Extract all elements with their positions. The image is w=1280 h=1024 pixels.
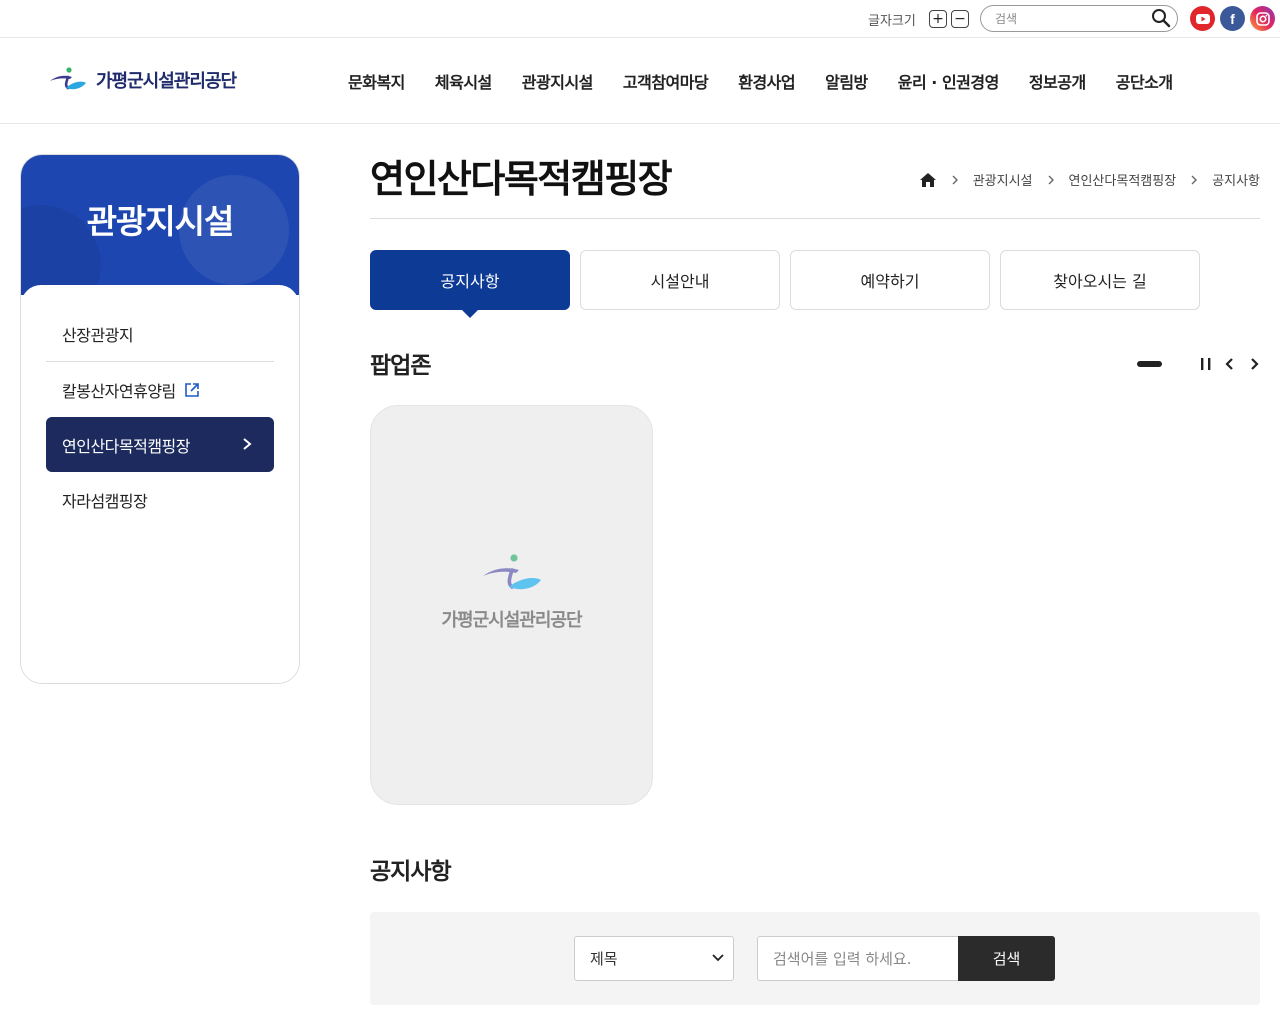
- chevron-right-icon: [243, 438, 252, 450]
- breadcrumb-item[interactable]: 연인산다목적캠핑장: [1069, 170, 1177, 189]
- nav-info-disclosure[interactable]: 정보공개: [1014, 69, 1101, 93]
- tab-directions[interactable]: 찾아오시는 길: [1000, 250, 1200, 310]
- popup-card[interactable]: 가평군시설관리공단: [370, 405, 653, 805]
- chevron-left-icon[interactable]: [1222, 356, 1238, 372]
- content-tabs: 공지사항 시설안내 예약하기 찾아오시는 길: [370, 250, 1210, 318]
- breadcrumb-item[interactable]: 관광지시설: [973, 170, 1033, 189]
- side-navigation: 관광지시설 산장관광지 칼봉산자연휴양림 연인산다목적캠핑장 자라섬캠핑장: [20, 154, 300, 684]
- breadcrumb-current[interactable]: 공지사항: [1212, 170, 1260, 189]
- side-nav-header: 관광지시설: [21, 155, 299, 295]
- popup-zone-title: 팝업존: [370, 353, 431, 379]
- side-nav-item-kalbongsan[interactable]: 칼봉산자연휴양림: [46, 362, 274, 417]
- chevron-right-icon: [1048, 175, 1054, 184]
- nav-environment[interactable]: 환경사업: [723, 69, 810, 93]
- nav-sports-facilities[interactable]: 체육시설: [420, 69, 507, 93]
- top-search-box: [980, 5, 1178, 32]
- page-title: 연인산다목적캠핑장: [370, 157, 673, 201]
- search-keyword-box: [757, 936, 959, 981]
- side-nav-item-sanjang[interactable]: 산장관광지: [46, 307, 274, 362]
- side-nav-title: 관광지시설: [86, 202, 235, 241]
- chevron-right-icon: [1191, 175, 1198, 184]
- search-field-value: 제목: [590, 950, 618, 968]
- site-header: 가평군시설관리공단 문화복지 체육시설 관광지시설 고객참여마당 환경사업 알림…: [0, 39, 1280, 124]
- logo-mark-icon: [50, 67, 86, 90]
- side-nav-list: 산장관광지 칼봉산자연휴양림 연인산다목적캠핑장 자라섬캠핑장: [21, 285, 299, 683]
- breadcrumb: 관광지시설 연인산다목적캠핑장 공지사항: [919, 170, 1260, 189]
- divider: [370, 218, 1260, 219]
- nav-culture-welfare[interactable]: 문화복지: [333, 69, 420, 93]
- font-size-decrease-button[interactable]: −: [951, 10, 969, 28]
- notice-section-title: 공지사항: [370, 859, 452, 885]
- side-nav-item-yeoninsan[interactable]: 연인산다목적캠핑장: [46, 417, 274, 472]
- search-icon[interactable]: [1151, 8, 1171, 28]
- logo-mark-icon: [483, 554, 541, 590]
- side-nav-item-label: 칼봉산자연휴양림: [62, 381, 176, 401]
- side-nav-item-label: 산장관광지: [62, 326, 134, 345]
- nav-notices[interactable]: 알림방: [810, 69, 883, 93]
- font-size-label: 글자크기: [868, 14, 916, 29]
- popup-card-text: 가평군시설관리공단: [441, 610, 582, 631]
- youtube-icon[interactable]: [1190, 6, 1215, 31]
- logo-text: 가평군시설관리공단: [96, 71, 237, 92]
- tab-facility-info[interactable]: 시설안내: [580, 250, 780, 310]
- popup-controls: [1137, 356, 1262, 372]
- font-size-increase-button[interactable]: +: [929, 10, 947, 28]
- chevron-right-icon: [952, 175, 958, 184]
- side-nav-item-label: 자라섬캠핑장: [62, 491, 148, 511]
- tab-notice[interactable]: 공지사항: [370, 250, 570, 318]
- nav-ethics[interactable]: 윤리 · 인권경영: [883, 69, 1014, 93]
- facebook-icon[interactable]: f: [1220, 6, 1245, 31]
- external-link-icon: [184, 382, 199, 397]
- main-navigation: 문화복지 체육시설 관광지시설 고객참여마당 환경사업 알림방 윤리 · 인권경…: [333, 69, 1188, 93]
- side-nav-item-label: 연인산다목적캠핑장: [62, 436, 190, 456]
- chevron-down-icon: [712, 954, 724, 962]
- site-logo[interactable]: 가평군시설관리공단: [48, 66, 237, 94]
- search-button[interactable]: 검색: [958, 936, 1055, 981]
- side-nav-item-jaraseom[interactable]: 자라섬캠핑장: [46, 472, 274, 527]
- notice-search-form: 제목 검색: [370, 912, 1260, 1005]
- nav-tourism-facilities[interactable]: 관광지시설: [507, 69, 608, 93]
- instagram-icon[interactable]: [1250, 6, 1275, 31]
- search-keyword-input[interactable]: [758, 937, 959, 980]
- tab-reservation[interactable]: 예약하기: [790, 250, 990, 310]
- nav-about[interactable]: 공단소개: [1101, 69, 1188, 93]
- chevron-right-icon[interactable]: [1246, 356, 1262, 372]
- top-search-input[interactable]: [995, 9, 1145, 29]
- nav-customer-participation[interactable]: 고객참여마당: [608, 69, 723, 93]
- home-icon[interactable]: [919, 171, 937, 189]
- pause-icon[interactable]: [1198, 356, 1214, 372]
- search-field-select[interactable]: 제목: [574, 936, 734, 981]
- utility-bar: 글자크기 + − f: [0, 0, 1280, 38]
- popup-pagination-indicator[interactable]: [1137, 361, 1162, 367]
